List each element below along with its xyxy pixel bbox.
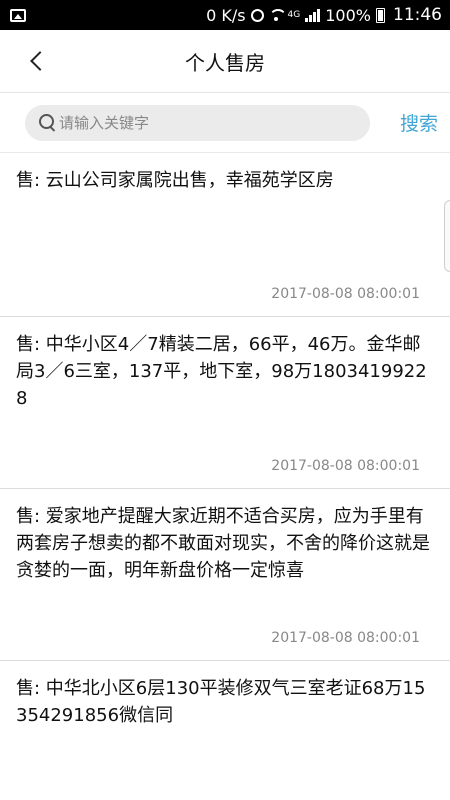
status-bar: 0 K/s 4G 100% 11:46: [0, 0, 450, 30]
search-button[interactable]: 搜索: [400, 109, 438, 136]
status-left: [10, 8, 206, 22]
list-item[interactable]: 售: 中华小区4／7精装二居，66平，46万。金华邮局3／6三室，137平，地下…: [0, 317, 450, 489]
list-item[interactable]: 售: 爱家地产提醒大家近期不适合买房，应为手里有两套房子想卖的都不敢面对现实，不…: [0, 489, 450, 661]
clock: 11:46: [393, 5, 442, 25]
wifi-icon: [268, 9, 287, 21]
listing-list: 售: 云山公司家属院出售，幸福苑学区房 2017-08-08 08:00:01 …: [0, 152, 450, 800]
listing-date: 2017-08-08 08:00:01: [271, 458, 420, 474]
gallery-notification-icon: [10, 8, 26, 22]
listing-date: 2017-08-08 08:00:01: [271, 630, 420, 646]
network-type: 4G: [287, 10, 301, 20]
search-icon: [39, 113, 57, 133]
listing-text: 售: 中华北小区6层130平装修双气三室老证68万15354291856微信同: [16, 678, 426, 726]
battery-icon: [376, 7, 385, 23]
search-input[interactable]: [59, 113, 339, 132]
status-right: 0 K/s 4G 100% 11:46: [206, 5, 442, 25]
back-button[interactable]: [22, 41, 52, 81]
list-item[interactable]: 售: 中华北小区6层130平装修双气三室老证68万15354291856微信同: [0, 661, 450, 800]
chevron-left-icon: [30, 51, 50, 71]
listing-date: 2017-08-08 08:00:01: [271, 286, 420, 302]
list-item[interactable]: 售: 云山公司家属院出售，幸福苑学区房 2017-08-08 08:00:01: [0, 153, 450, 317]
search-bar: 搜索: [0, 92, 450, 152]
listing-text: 售: 中华小区4／7精装二居，66平，46万。金华邮局3／6三室，137平，地下…: [16, 334, 427, 409]
edge-panel-handle[interactable]: [444, 200, 450, 272]
nav-bar: 个人售房: [0, 30, 450, 92]
alarm-icon: [250, 8, 264, 22]
listing-text: 售: 爱家地产提醒大家近期不适合买房，应为手里有两套房子想卖的都不敢面对现实，不…: [16, 506, 430, 581]
signal-icon: [305, 8, 321, 22]
battery-percent: 100%: [325, 5, 371, 25]
network-speed: 0 K/s: [206, 5, 246, 25]
page-title: 个人售房: [185, 50, 265, 75]
listing-text: 售: 云山公司家属院出售，幸福苑学区房: [16, 170, 334, 191]
search-box[interactable]: [25, 104, 370, 141]
